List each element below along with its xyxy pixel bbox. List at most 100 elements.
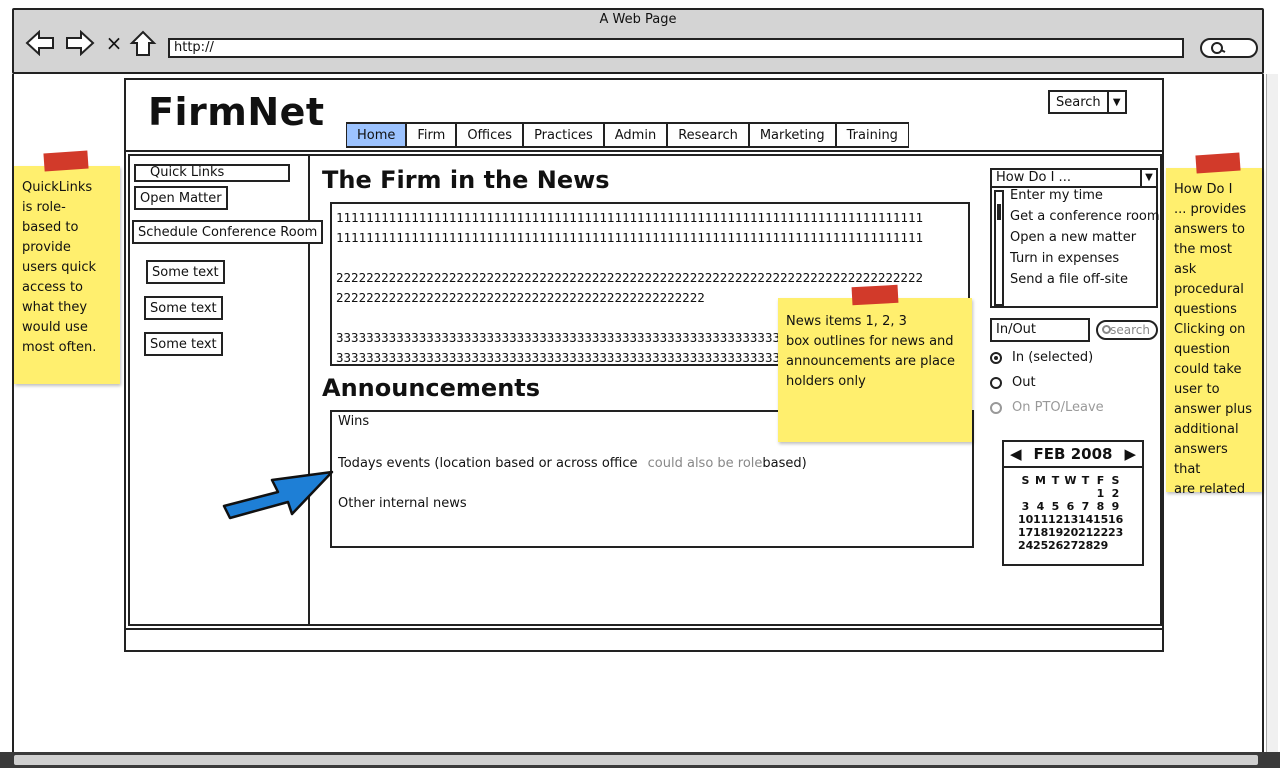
calendar-cell[interactable]: 16 [1108, 513, 1123, 526]
calendar-cell[interactable]: 8 [1093, 500, 1108, 513]
browser-window: A Web Page × http:// [12, 8, 1264, 74]
calendar-cell[interactable]: 18 [1033, 526, 1048, 539]
search-icon [1102, 325, 1111, 334]
tab-firm[interactable]: Firm [406, 122, 457, 148]
news-line: 1111111111111111111111111111111111111111… [336, 230, 923, 245]
calendar-cell[interactable]: 24 [1018, 539, 1033, 552]
calendar-cell[interactable]: 9 [1108, 500, 1123, 513]
calendar-cell[interactable]: T [1048, 474, 1063, 487]
how-do-i-list[interactable]: How Do I ... ▼ Enter my time Get a confer… [990, 168, 1160, 308]
chevron-down-icon: ▼ [1106, 92, 1125, 112]
calendar-cell[interactable]: F [1093, 474, 1108, 487]
scrollbar-thumb[interactable] [14, 755, 1258, 765]
back-button[interactable] [24, 28, 56, 58]
tab-research[interactable]: Research [667, 122, 749, 148]
scrollbar-thumb[interactable] [997, 204, 1001, 220]
tab-home[interactable]: Home [346, 122, 407, 148]
note-line: answers to [1174, 222, 1245, 237]
browser-search[interactable] [1200, 38, 1258, 58]
calendar-cell[interactable]: 20 [1063, 526, 1078, 539]
tab-practices[interactable]: Practices [523, 122, 604, 148]
calendar-cell[interactable]: 14 [1078, 513, 1093, 526]
in-out-search-button[interactable]: search [1096, 320, 1158, 340]
calendar-header: ◀ FEB 2008 ▶ [1004, 442, 1142, 468]
tab-marketing[interactable]: Marketing [748, 122, 836, 148]
calendar-cell[interactable]: 26 [1048, 539, 1063, 552]
calendar-cell [1048, 487, 1063, 500]
calendar-cell[interactable]: 17 [1018, 526, 1033, 539]
stop-button[interactable]: × [104, 28, 124, 58]
note-line: most often. [22, 340, 97, 355]
search-label: Search [1056, 94, 1101, 110]
sticky-note-news: News items 1, 2, 3 box outlines for news … [778, 298, 972, 442]
note-line: holders only [786, 374, 866, 389]
calendar-cell[interactable]: M [1033, 474, 1048, 487]
calendar-cell[interactable]: 5 [1048, 500, 1063, 513]
calendar-cell[interactable]: 28 [1078, 539, 1093, 552]
calendar-cell[interactable]: 3 [1018, 500, 1033, 513]
status-radio-option[interactable]: Out [990, 375, 1036, 390]
forward-button[interactable] [64, 28, 96, 58]
calendar-cell[interactable]: T [1078, 474, 1093, 487]
calendar-cell[interactable]: 23 [1108, 526, 1123, 539]
search-dropdown[interactable]: Search ▼ [1048, 90, 1127, 114]
schedule-conference-room-button[interactable]: Schedule Conference Room [132, 220, 324, 244]
radio-label: On PTO/Leave [1012, 400, 1104, 415]
calendar-cell[interactable]: 21 [1078, 526, 1093, 539]
calendar-cell[interactable]: 11 [1033, 513, 1048, 526]
calendar-cell[interactable]: 10 [1018, 513, 1033, 526]
calendar-cell[interactable]: 2 [1108, 487, 1123, 500]
how-do-i-item[interactable]: Enter my time [1010, 188, 1103, 203]
how-do-i-header[interactable]: How Do I ... ▼ [992, 170, 1156, 188]
calendar-cell[interactable]: 29 [1093, 539, 1108, 552]
tab-offices[interactable]: Offices [456, 122, 524, 148]
calendar-cell[interactable]: 13 [1063, 513, 1078, 526]
calendar-cell[interactable]: 27 [1063, 539, 1078, 552]
how-do-i-item[interactable]: Send a file off-site [1010, 272, 1128, 287]
events-note: could also be role [647, 456, 763, 471]
prev-month-icon[interactable]: ◀ [1010, 445, 1022, 463]
calendar-cell[interactable]: 22 [1093, 526, 1108, 539]
logo: FirmNet [148, 90, 325, 134]
url-bar[interactable]: http:// [168, 38, 1184, 58]
in-out-field[interactable]: In/Out [990, 318, 1090, 342]
how-do-i-item[interactable]: Get a conference room [1010, 209, 1160, 224]
chevron-down-icon: ▼ [1140, 170, 1156, 186]
other-news-text: Other internal news [338, 496, 467, 511]
radio-label: In (selected) [1012, 350, 1094, 365]
how-do-i-item[interactable]: Open a new matter [1010, 230, 1136, 245]
horizontal-scrollbar[interactable] [0, 752, 1280, 768]
quick-link-button[interactable]: Some text [144, 332, 223, 356]
tab-admin[interactable]: Admin [603, 122, 668, 148]
tab-training[interactable]: Training [835, 122, 909, 148]
status-radio-option[interactable]: In (selected) [990, 350, 1093, 365]
calendar-cell[interactable]: 12 [1048, 513, 1063, 526]
calendar-cell[interactable]: 1 [1093, 487, 1108, 500]
calendar-cell[interactable]: 15 [1093, 513, 1108, 526]
home-button[interactable] [128, 28, 158, 58]
radio-icon [990, 376, 1002, 389]
open-matter-button[interactable]: Open Matter [134, 186, 228, 210]
app-frame: FirmNet Search ▼ Home Firm Offices Practice… [124, 78, 1164, 652]
note-line: provide [22, 240, 71, 255]
how-do-i-item[interactable]: Turn in expenses [1010, 251, 1119, 266]
vertical-scrollbar[interactable] [1266, 74, 1278, 752]
calendar-cell[interactable]: 4 [1033, 500, 1048, 513]
calendar-cell[interactable]: 25 [1033, 539, 1048, 552]
quick-link-button[interactable]: Some text [144, 296, 223, 320]
calendar-cell[interactable]: S [1108, 474, 1123, 487]
calendar-cell[interactable]: S [1018, 474, 1033, 487]
events-suffix: based) [762, 456, 807, 471]
events-text: Todays events (location based or across … [338, 456, 638, 471]
calendar-cell[interactable]: W [1063, 474, 1078, 487]
note-line: ... provides [1174, 202, 1247, 217]
calendar-cell[interactable]: 7 [1078, 500, 1093, 513]
calendar-cell[interactable]: 6 [1063, 500, 1078, 513]
note-line: box outlines for news and [786, 334, 954, 349]
calendar-cell[interactable]: 19 [1048, 526, 1063, 539]
quick-link-button[interactable]: Some text [146, 260, 225, 284]
news-heading: The Firm in the News [322, 166, 610, 194]
note-text: QuickLinks is role-based to provide users q… [22, 178, 112, 358]
next-month-icon[interactable]: ▶ [1124, 445, 1136, 463]
list-scrollbar[interactable] [994, 190, 1004, 306]
